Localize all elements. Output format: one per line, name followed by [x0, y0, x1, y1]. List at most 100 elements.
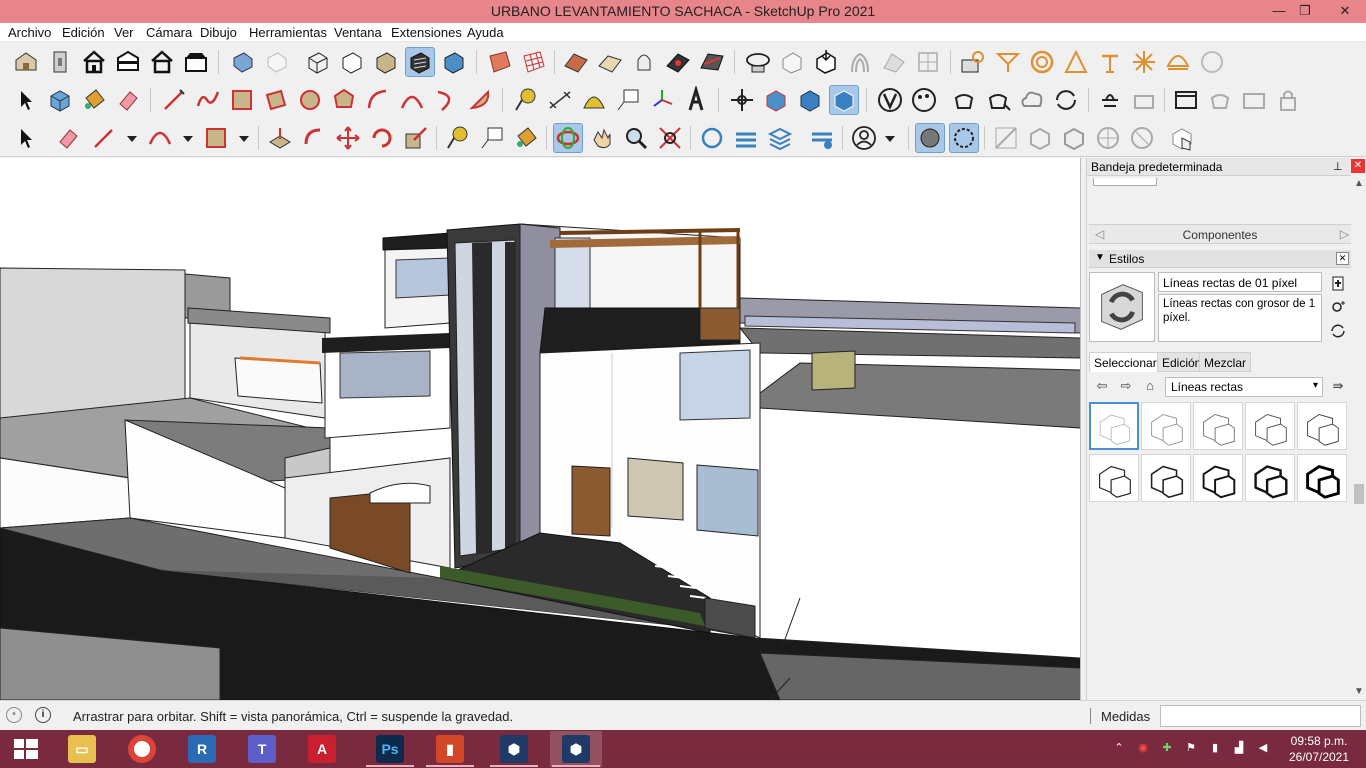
back-view-icon[interactable] — [148, 48, 176, 76]
lock-icon[interactable] — [1274, 86, 1302, 114]
3d-text-icon[interactable] — [682, 86, 710, 114]
style-face-icon[interactable] — [1026, 124, 1054, 152]
fur-icon[interactable] — [1130, 86, 1158, 114]
paint-bucket-icon[interactable] — [80, 86, 108, 114]
style-collection-select[interactable]: Líneas rectas ▾ — [1165, 377, 1323, 397]
frame-buffer-icon[interactable] — [1172, 86, 1200, 114]
select-arrow-icon[interactable] — [12, 86, 40, 114]
star-light-icon[interactable] — [1130, 48, 1158, 76]
styles-panel-header[interactable]: ▼ Estilos ✕ — [1089, 250, 1351, 268]
revit-button[interactable]: R — [176, 731, 228, 767]
section-display-icon[interactable] — [915, 123, 945, 153]
line-tool-icon[interactable] — [160, 86, 188, 114]
scroll-up-icon[interactable]: ▲ — [1354, 178, 1364, 189]
warehouse-share-icon[interactable] — [698, 124, 726, 152]
component-options-icon[interactable] — [796, 86, 824, 114]
rotated-rectangle-icon[interactable] — [262, 86, 290, 114]
follow-me-icon[interactable] — [300, 124, 328, 152]
file-explorer-button[interactable]: ▭ — [56, 731, 108, 767]
collapse-triangle-icon[interactable]: ▼ — [1095, 252, 1105, 263]
chrome-button[interactable] — [116, 731, 168, 767]
style-background-icon[interactable] — [1060, 124, 1088, 152]
show-hidden-icons-chevron-icon[interactable]: ⌃ — [1112, 741, 1126, 755]
top-view-icon[interactable] — [46, 48, 74, 76]
pan-hand-icon[interactable] — [588, 124, 616, 152]
cloud-render-icon[interactable] — [1018, 86, 1046, 114]
pie-icon[interactable] — [466, 86, 494, 114]
tape-tool-icon[interactable] — [444, 124, 472, 152]
menu-ventana[interactable]: Ventana — [334, 25, 382, 40]
style-modeling-icon[interactable] — [1128, 124, 1156, 152]
pin-icon[interactable]: ⊥ — [1333, 160, 1343, 173]
style-swatch[interactable] — [1297, 402, 1347, 450]
teapot-render-icon[interactable] — [950, 86, 978, 114]
disabled-light-icon[interactable] — [1198, 48, 1226, 76]
vray-icon[interactable] — [876, 86, 904, 114]
rectangle-icon[interactable] — [228, 86, 256, 114]
ext-warehouse-icon[interactable] — [846, 48, 874, 76]
xray-style-icon[interactable] — [228, 48, 256, 76]
wireframe-icon[interactable] — [304, 48, 332, 76]
network-tray-icon[interactable]: ▟ — [1232, 741, 1246, 755]
dome-light-icon[interactable] — [1164, 48, 1192, 76]
style-swatch[interactable] — [1089, 402, 1139, 450]
close-button[interactable]: ✕ — [1330, 0, 1360, 23]
interactive-render-icon[interactable] — [984, 86, 1012, 114]
light-icon[interactable] — [1028, 48, 1056, 76]
shadow-settings-icon[interactable] — [958, 48, 986, 76]
select-tool-icon[interactable] — [12, 124, 40, 152]
tray-scrollbar[interactable]: ▲ ▼ — [1351, 176, 1366, 700]
scroll-thumb[interactable] — [1354, 484, 1364, 504]
vray-materials-icon[interactable] — [910, 86, 938, 114]
sketchup-button[interactable]: ⬢ — [488, 731, 540, 767]
proxy-icon[interactable] — [1206, 86, 1234, 114]
tape-measure-icon[interactable] — [512, 86, 540, 114]
menu-herramientas[interactable]: Herramientas — [249, 25, 327, 40]
tab-mezclar[interactable]: Mezclar — [1199, 352, 1252, 372]
layers-icon[interactable] — [732, 124, 760, 152]
menu-edicion[interactable]: Edición — [62, 25, 105, 40]
monochrome-icon[interactable] — [440, 48, 468, 76]
update-style-icon[interactable] — [1329, 298, 1347, 316]
components-panel-bar[interactable]: ◁ Componentes ▷ — [1089, 224, 1351, 244]
fog-icon[interactable] — [994, 48, 1022, 76]
front-view-icon[interactable] — [80, 48, 108, 76]
component-blue-icon[interactable] — [762, 86, 790, 114]
account-dropdown-chevron-icon[interactable] — [876, 124, 904, 152]
scroll-down-icon[interactable]: ▼ — [1354, 686, 1364, 697]
push-pull-icon[interactable] — [266, 124, 294, 152]
circle-icon[interactable] — [296, 86, 324, 114]
back-arrow-icon[interactable]: ⇦ — [1093, 378, 1111, 396]
hidden-line-icon[interactable] — [338, 48, 366, 76]
menu-ver[interactable]: Ver — [114, 25, 134, 40]
style-swatch[interactable] — [1089, 454, 1139, 502]
paint-tool-icon[interactable] — [512, 124, 540, 152]
account-icon[interactable] — [850, 124, 878, 152]
eraser-large-icon[interactable] — [54, 124, 82, 152]
light-gen-icon[interactable] — [1096, 86, 1124, 114]
component-attributes-icon[interactable] — [829, 85, 859, 115]
geo-location-icon[interactable] — [914, 48, 942, 76]
arc-large-icon[interactable] — [146, 124, 174, 152]
sketchup-active-button[interactable]: ⬢ — [550, 731, 602, 767]
text-tool-icon[interactable] — [614, 86, 642, 114]
mesh-export-icon[interactable] — [1240, 86, 1268, 114]
flag-tray-icon[interactable]: ⚑ — [1184, 741, 1198, 755]
style-swatch[interactable] — [1297, 454, 1347, 502]
styles-close-icon[interactable]: ✕ — [1336, 252, 1349, 265]
eraser-icon[interactable] — [114, 86, 142, 114]
home-icon[interactable]: ⌂ — [1141, 378, 1159, 396]
arc-icon[interactable] — [364, 86, 392, 114]
geo-location-status-icon[interactable]: • — [6, 707, 22, 723]
add-location-icon[interactable] — [778, 48, 806, 76]
sandbox-scratch-icon[interactable] — [596, 48, 624, 76]
menu-camara[interactable]: Cámara — [146, 25, 192, 40]
text-label-icon[interactable] — [478, 124, 506, 152]
system-clock[interactable]: 09:58 p.m. 26/07/2021 — [1284, 733, 1354, 765]
tray-close-button[interactable]: ✕ — [1351, 159, 1365, 173]
style-swatch[interactable] — [1141, 454, 1191, 502]
details-icon[interactable]: ⇛ — [1329, 378, 1347, 396]
style-swatch[interactable] — [1193, 402, 1243, 450]
teams-button[interactable]: T — [236, 731, 288, 767]
back-edges-icon[interactable] — [262, 48, 290, 76]
